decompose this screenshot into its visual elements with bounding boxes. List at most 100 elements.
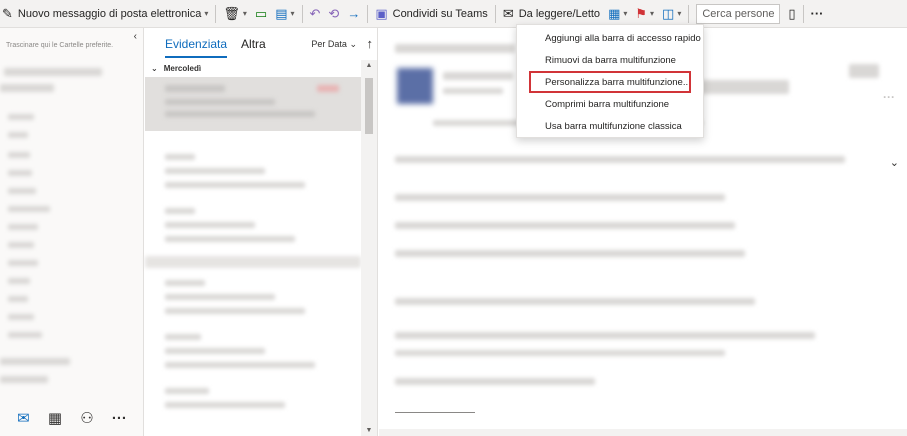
calendar-icon[interactable]: ▦ bbox=[48, 409, 62, 427]
move-button[interactable]: ▤ ▾ bbox=[271, 3, 298, 25]
list-item[interactable] bbox=[165, 280, 205, 286]
row-content bbox=[165, 99, 275, 105]
address-book-button[interactable]: ▯ bbox=[784, 3, 799, 25]
list-item[interactable] bbox=[165, 402, 285, 408]
chevron-down-icon[interactable]: ▾ bbox=[243, 9, 247, 18]
folder-item[interactable] bbox=[0, 376, 48, 383]
menu-item-add-quick-access[interactable]: Aggiungi alla barra di accesso rapido bbox=[517, 27, 703, 49]
delete-button[interactable]: 🗑 ▾ bbox=[219, 3, 251, 25]
folder-item[interactable] bbox=[8, 224, 38, 230]
flag-button[interactable]: ⚑ ▾ bbox=[631, 3, 658, 25]
folder-item[interactable] bbox=[8, 152, 30, 158]
folder-item[interactable] bbox=[8, 206, 50, 212]
message-subject bbox=[395, 44, 515, 53]
list-item[interactable] bbox=[165, 222, 255, 228]
folder-item[interactable] bbox=[8, 170, 32, 176]
separator bbox=[215, 4, 217, 23]
share-teams-button[interactable]: ▣ Condividi su Teams bbox=[371, 3, 491, 25]
folder-item[interactable] bbox=[8, 296, 28, 302]
date-group-header[interactable]: ⌄ Mercoledì bbox=[145, 61, 361, 75]
read-unread-button[interactable]: ✉ Da leggere/Letto bbox=[499, 3, 604, 25]
new-message-label: Nuovo messaggio di posta elettronica bbox=[17, 7, 202, 20]
folder-item[interactable] bbox=[8, 314, 34, 320]
folder-item[interactable] bbox=[0, 358, 70, 365]
chevron-down-icon[interactable]: ▾ bbox=[623, 9, 627, 18]
folder-item[interactable] bbox=[8, 132, 28, 138]
search-people-input[interactable]: Cerca persone bbox=[696, 3, 781, 24]
chevron-down-icon: ⌄ bbox=[151, 63, 158, 73]
categories-icon: ▦ bbox=[608, 6, 621, 21]
archive-icon: ▭ bbox=[254, 6, 268, 21]
tab-focused[interactable]: Evidenziata bbox=[165, 37, 228, 58]
list-item[interactable] bbox=[165, 308, 305, 314]
menu-item-remove-from-ribbon[interactable]: Rimuovi da barra multifunzione bbox=[517, 49, 703, 71]
tab-other[interactable]: Altra bbox=[241, 37, 266, 51]
chevron-down-icon[interactable]: ▾ bbox=[650, 9, 654, 18]
list-item[interactable] bbox=[165, 154, 195, 160]
list-item[interactable] bbox=[165, 236, 295, 242]
schedule-button[interactable]: ◫ ▾ bbox=[658, 3, 685, 25]
list-item[interactable] bbox=[165, 294, 275, 300]
scroll-up-icon[interactable]: ▲ bbox=[361, 62, 377, 69]
list-item[interactable] bbox=[165, 388, 209, 394]
more-options-button[interactable]: ··· bbox=[807, 3, 828, 25]
list-scrollbar[interactable]: ▲ ▼ bbox=[361, 60, 377, 436]
scroll-down-icon[interactable]: ▼ bbox=[361, 427, 377, 434]
chevron-down-icon[interactable]: ⌄ bbox=[890, 156, 899, 169]
folder-item[interactable] bbox=[8, 260, 38, 266]
action-buttons bbox=[849, 64, 879, 78]
search-people-placeholder: Cerca persone bbox=[702, 7, 775, 20]
archive-button[interactable]: ▭ bbox=[251, 3, 271, 25]
date-group-header[interactable] bbox=[145, 256, 361, 268]
menu-item-classic-ribbon[interactable]: Usa barra multifunzione classica bbox=[517, 115, 703, 137]
folder-item[interactable] bbox=[8, 332, 42, 338]
favorites-hint: Trascinare qui le Cartelle preferite. bbox=[6, 42, 114, 49]
folder-item[interactable] bbox=[8, 188, 36, 194]
list-item[interactable] bbox=[165, 334, 201, 340]
reply-all-button[interactable]: ⟲ bbox=[324, 3, 343, 25]
menu-item-collapse-ribbon[interactable]: Comprimi barra multifunzione bbox=[517, 93, 703, 115]
scroll-thumb[interactable] bbox=[365, 78, 373, 134]
more-actions-icon[interactable]: ··· bbox=[883, 90, 895, 104]
folder-item[interactable] bbox=[4, 68, 102, 76]
chevron-down-icon[interactable]: ▾ bbox=[291, 9, 295, 18]
list-item[interactable] bbox=[165, 168, 265, 174]
more-apps-icon[interactable]: ··· bbox=[112, 410, 127, 427]
compose-icon: ✎ bbox=[2, 6, 13, 21]
flag-icon: ⚑ bbox=[635, 6, 648, 21]
forward-button[interactable]: → bbox=[343, 3, 364, 25]
list-item[interactable] bbox=[165, 362, 315, 368]
collapse-pane-icon[interactable]: ‹ bbox=[134, 31, 137, 42]
row-content bbox=[165, 85, 225, 92]
chevron-down-icon: ⌄ bbox=[349, 39, 357, 49]
body-line bbox=[395, 194, 725, 201]
body-line bbox=[395, 298, 755, 305]
status-bar bbox=[379, 429, 907, 436]
app-switcher: ✉ ▦ ⚇ ··· bbox=[0, 400, 144, 436]
toolbar-icons bbox=[699, 80, 789, 94]
body-line bbox=[395, 156, 845, 163]
reply-button[interactable]: ↶ bbox=[306, 3, 325, 25]
table-row[interactable] bbox=[145, 77, 361, 131]
contact-card-icon: ▯ bbox=[788, 6, 796, 21]
new-message-button[interactable]: ✎ Nuovo messaggio di posta elettronica ▾ bbox=[0, 3, 212, 25]
folder-item[interactable] bbox=[8, 114, 34, 120]
folder-item[interactable] bbox=[8, 242, 34, 248]
folder-item[interactable] bbox=[8, 278, 30, 284]
sender-name bbox=[443, 72, 513, 80]
people-icon[interactable]: ⚇ bbox=[80, 409, 93, 427]
sort-direction-icon[interactable]: ↑ bbox=[367, 36, 374, 51]
categories-button[interactable]: ▦ ▾ bbox=[604, 3, 631, 25]
list-item[interactable] bbox=[165, 348, 265, 354]
more-label: ··· bbox=[810, 6, 824, 21]
chevron-down-icon[interactable]: ▾ bbox=[677, 9, 681, 18]
group-header-label: Mercoledì bbox=[163, 63, 202, 73]
chevron-down-icon[interactable]: ▾ bbox=[204, 9, 208, 18]
body-line bbox=[395, 332, 815, 339]
list-item[interactable] bbox=[165, 182, 305, 188]
sort-dropdown[interactable]: Per Data ⌄ bbox=[311, 39, 357, 50]
folder-item[interactable] bbox=[0, 84, 54, 92]
mail-icon[interactable]: ✉ bbox=[17, 409, 30, 427]
menu-item-customize-ribbon[interactable]: Personalizza barra multifunzione... bbox=[529, 71, 691, 93]
list-item[interactable] bbox=[165, 208, 195, 214]
